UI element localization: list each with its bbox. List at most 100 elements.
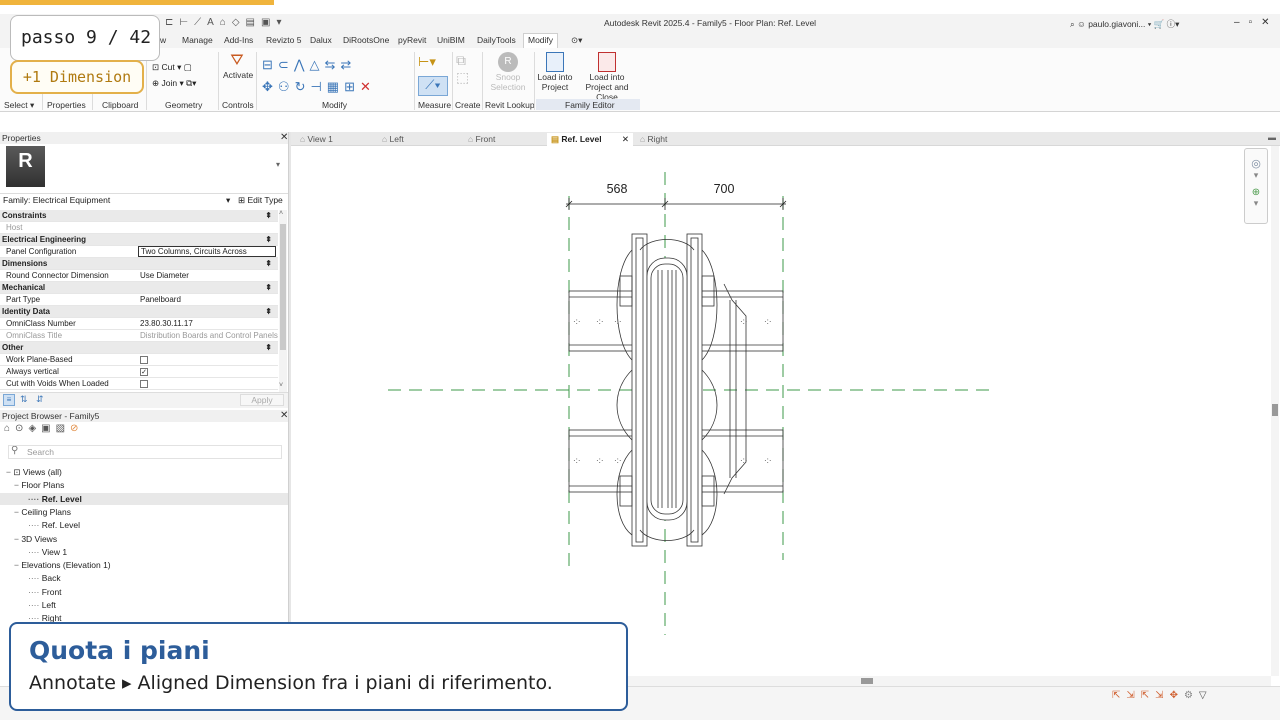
type-selector-dropdown[interactable]: ▾	[276, 160, 280, 169]
drag-elements-icon[interactable]: ✥	[1170, 690, 1184, 701]
collapse-icon[interactable]: ⇞	[265, 306, 272, 318]
tree-item[interactable]: − Floor Plans	[14, 480, 64, 490]
split-tool-icon[interactable]: ⇄	[340, 57, 356, 72]
window-controls[interactable]: –▫✕	[1234, 17, 1279, 28]
section-icon[interactable]: ◇	[232, 17, 246, 28]
tree-item[interactable]: ···· Ref. Level	[28, 520, 80, 530]
cart-icon[interactable]: 🛒	[1154, 19, 1165, 29]
property-row[interactable]: Host	[0, 222, 278, 234]
edit-type-button[interactable]: ⊞ Edit Type	[238, 194, 283, 206]
array-tool-icon[interactable]: ▦	[327, 79, 344, 94]
select-links-icon[interactable]: ⇱	[1112, 690, 1126, 701]
ribbon-tab-unibim[interactable]: UniBIM	[437, 35, 465, 45]
ribbon-tab-contextual-toggle[interactable]: ⊙▾	[571, 35, 582, 46]
save-icon[interactable]: ▣	[41, 423, 55, 434]
view-tab[interactable]: ⌂ Left	[378, 133, 458, 146]
close-icon[interactable]: ✕	[1261, 17, 1278, 28]
property-checkbox[interactable]	[140, 380, 148, 388]
load-and-close-button[interactable]: Load into Project and Close	[576, 52, 638, 102]
join-button[interactable]: ⊕ Join ▾ ⧉▾	[152, 78, 196, 89]
collapse-icon[interactable]: ⇞	[265, 342, 272, 354]
tree-item[interactable]: − 3D Views	[14, 534, 57, 544]
property-group-header[interactable]: Electrical Engineering ⇞	[0, 234, 278, 246]
align-tool-icon[interactable]: ⊟	[262, 57, 278, 72]
copy-elements-icon[interactable]: ⚇	[278, 79, 295, 94]
offset-tool-icon[interactable]: ⊂	[278, 57, 294, 72]
property-group-header[interactable]: Other ⇞	[0, 342, 278, 354]
dropdown-icon[interactable]: ▾	[1245, 170, 1267, 181]
properties-scrollbar[interactable]	[279, 210, 287, 392]
apply-button[interactable]: Apply	[240, 394, 284, 406]
ribbon-tab-manage[interactable]: Manage	[182, 35, 213, 45]
text-icon[interactable]: A	[207, 17, 220, 28]
thin-lines-icon[interactable]: ▤	[246, 17, 261, 28]
windows-icon[interactable]: ▣	[261, 17, 276, 28]
property-value[interactable]: Use Diameter	[140, 270, 189, 282]
align-icon[interactable]: ⟋	[194, 17, 207, 28]
collapse-icon[interactable]: ⇞	[265, 234, 272, 246]
minimize-icon[interactable]: –	[1234, 17, 1249, 28]
filter-icon[interactable]: ▧	[56, 423, 70, 434]
help-icon[interactable]: ⓘ▾	[1167, 19, 1180, 29]
tag-icon[interactable]: ⊏	[165, 17, 179, 28]
background-process-icon[interactable]: ⚙	[1184, 690, 1199, 701]
property-group-header[interactable]: Constraints ⇞	[0, 210, 278, 222]
property-row[interactable]: OmniClass Number 23.80.30.11.17	[0, 318, 278, 330]
view-tab[interactable]: ⌂ Front	[464, 133, 544, 146]
move-tool-icon[interactable]: ✥	[262, 79, 278, 94]
browser-toolbar[interactable]: ⌂⊙◈▣▧⊘	[4, 423, 83, 434]
collapse-icon[interactable]: ⇞	[265, 210, 272, 222]
ribbon-tab-dalux[interactable]: Dalux	[310, 35, 332, 45]
sort-descending-icon[interactable]: ⇵	[36, 394, 44, 405]
selection-filters[interactable]: ⇱⇲⇱⇲✥⚙▽	[1112, 690, 1213, 701]
property-group-header[interactable]: Mechanical ⇞	[0, 282, 278, 294]
create-similar-icon[interactable]: ⧉ ⬚	[456, 52, 478, 94]
customize-icon[interactable]: ▾	[276, 17, 287, 28]
drawing-canvas[interactable]: 568 700 ·:· ·:· ·:· ·:· ·:· ·:· ·:· ·:· …	[291, 146, 1271, 676]
scale-tool-icon[interactable]: ⊞	[344, 79, 360, 94]
scroll-thumb[interactable]	[1272, 404, 1278, 416]
scroll-thumb[interactable]	[861, 678, 873, 684]
cut-button[interactable]: ⊡ Cut ▾ ▢	[152, 62, 192, 73]
property-value[interactable]: Panelboard	[140, 294, 181, 306]
collapse-icon[interactable]: ⇞	[265, 258, 272, 270]
ribbon-tab-view[interactable]: w	[160, 35, 166, 45]
tree-item[interactable]: ···· View 1	[28, 547, 67, 557]
zoom-region-icon[interactable]: ⊕	[1245, 187, 1267, 198]
tree-item[interactable]: − ⊡ Views (all)	[6, 467, 62, 478]
property-checkbox[interactable]: ✓	[140, 368, 148, 376]
load-into-project-button[interactable]: Load into Project	[534, 52, 576, 92]
collapse-icon[interactable]: ⇞	[265, 282, 272, 294]
modify-tools[interactable]: ⊟⊂⋀△⇆⇄ ✥⚇↻⊣▦⊞✕	[262, 54, 412, 100]
mirror-axis-icon[interactable]: ⋀	[294, 57, 310, 72]
view-tab[interactable]: ⌂ View 1	[296, 133, 376, 146]
property-row[interactable]: OmniClass Title Distribution Boards and C…	[0, 330, 278, 342]
select-underlay-icon[interactable]: ⇲	[1126, 690, 1140, 701]
categorized-icon[interactable]: ≡	[3, 394, 15, 406]
sort-ascending-icon[interactable]: ⇅	[20, 394, 28, 405]
navigation-bar[interactable]: ◎ ▾ ⊕ ▾	[1244, 148, 1268, 224]
close-icon[interactable]: ✕	[622, 133, 629, 145]
select-panel-label[interactable]: Select ▾	[4, 100, 34, 111]
ribbon-tab-pyrevit[interactable]: pyRevit	[398, 35, 426, 45]
canvas-vertical-scrollbar[interactable]	[1271, 146, 1279, 676]
property-row[interactable]: Round Connector Dimension Use Diameter	[0, 270, 278, 282]
rotate-tool-icon[interactable]: ↻	[295, 79, 311, 94]
quick-access-toolbar[interactable]: ⊏⊢⟋A⌂◇▤▣▾	[165, 17, 287, 28]
view-tab[interactable]: ⌂ Right	[636, 133, 716, 146]
tree-item[interactable]: ···· Left	[28, 600, 56, 610]
property-row[interactable]: Panel Configuration Two Columns, Circuits…	[0, 246, 278, 258]
home-icon[interactable]: ⌂	[220, 17, 232, 28]
maximize-icon[interactable]: ▫	[1249, 17, 1262, 28]
browser-search-input[interactable]: Search	[8, 445, 282, 459]
scroll-up-icon[interactable]: ˄	[279, 210, 283, 217]
property-value[interactable]: 23.80.30.11.17	[140, 318, 193, 330]
property-row[interactable]: Always vertical ✓	[0, 366, 278, 378]
property-row[interactable]: Part Type Panelboard	[0, 294, 278, 306]
property-group-header[interactable]: Identity Data ⇞	[0, 306, 278, 318]
ribbon-tab-revizto[interactable]: Revizto 5	[266, 35, 301, 45]
copy-tool-icon[interactable]: ⇆	[324, 57, 340, 72]
property-group-header[interactable]: Dimensions ⇞	[0, 258, 278, 270]
filter-icon[interactable]: ▽	[1199, 690, 1213, 701]
select-pinned-icon[interactable]: ⇱	[1141, 690, 1155, 701]
